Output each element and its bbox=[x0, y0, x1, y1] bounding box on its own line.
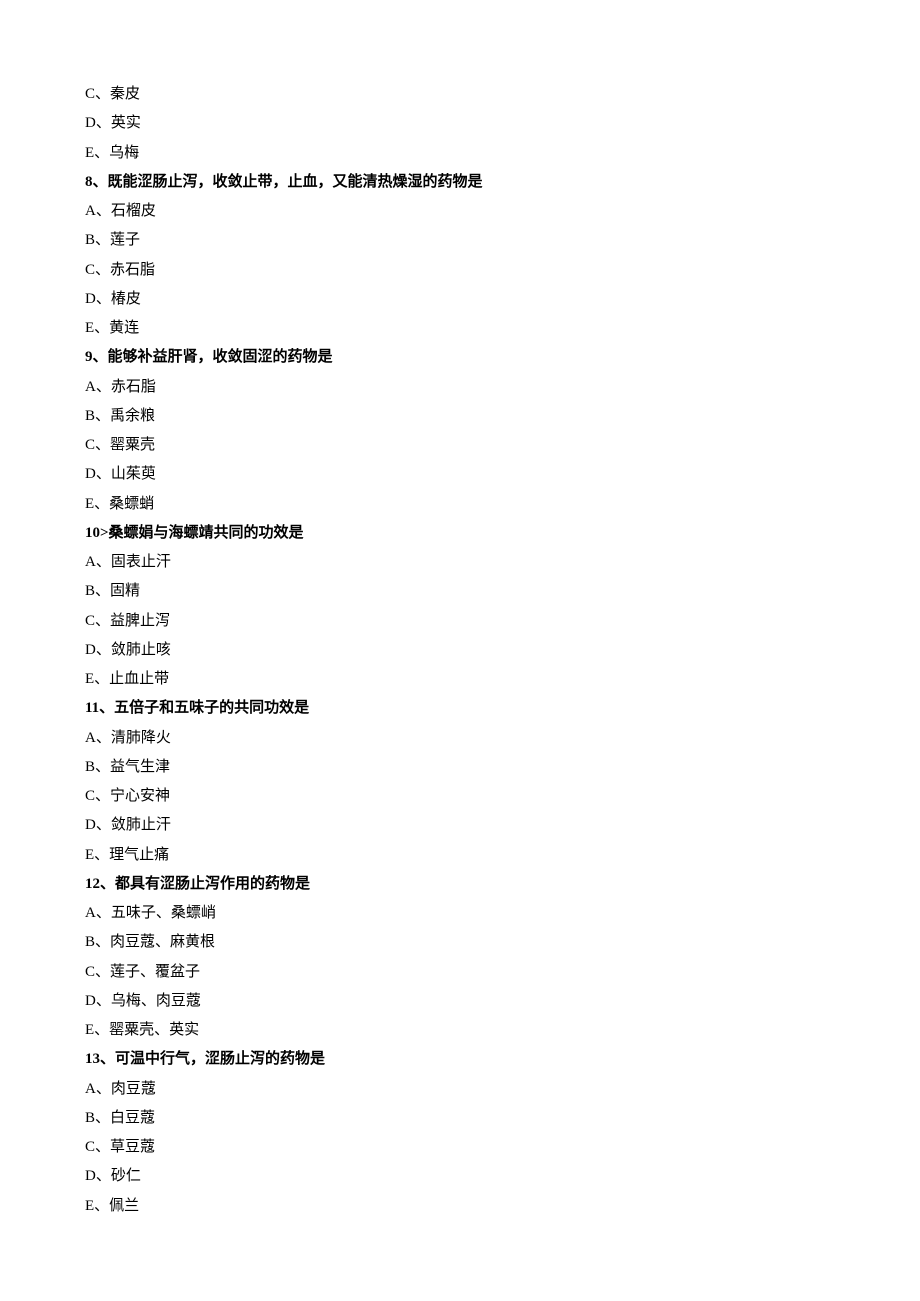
answer-option: E、佩兰 bbox=[85, 1192, 835, 1221]
answer-option: A、五味子、桑螵峭 bbox=[85, 899, 835, 928]
question-stem: 13、可温中行气，涩肠止泻的药物是 bbox=[85, 1045, 835, 1074]
answer-option: D、砂仁 bbox=[85, 1162, 835, 1191]
answer-option: B、固精 bbox=[85, 577, 835, 606]
answer-option: E、止血止带 bbox=[85, 665, 835, 694]
answer-option: A、固表止汗 bbox=[85, 548, 835, 577]
answer-option: A、赤石脂 bbox=[85, 373, 835, 402]
answer-option: C、罂粟壳 bbox=[85, 431, 835, 460]
answer-option: B、益气生津 bbox=[85, 753, 835, 782]
answer-option: C、莲子、覆盆子 bbox=[85, 958, 835, 987]
question-list: C、秦皮D、英实E、乌梅8、既能涩肠止泻，收敛止带，止血，又能清热燥湿的药物是A… bbox=[85, 80, 835, 1221]
answer-option: A、清肺降火 bbox=[85, 724, 835, 753]
question-stem: 12、都具有涩肠止泻作用的药物是 bbox=[85, 870, 835, 899]
answer-option: D、敛肺止汗 bbox=[85, 811, 835, 840]
answer-option: C、益脾止泻 bbox=[85, 607, 835, 636]
answer-option: A、石榴皮 bbox=[85, 197, 835, 226]
answer-option: B、白豆蔻 bbox=[85, 1104, 835, 1133]
question-stem: 8、既能涩肠止泻，收敛止带，止血，又能清热燥湿的药物是 bbox=[85, 168, 835, 197]
document-page: C、秦皮D、英实E、乌梅8、既能涩肠止泻，收敛止带，止血，又能清热燥湿的药物是A… bbox=[0, 0, 920, 1281]
answer-option: C、草豆蔻 bbox=[85, 1133, 835, 1162]
answer-option: E、桑螵蛸 bbox=[85, 490, 835, 519]
answer-option: B、莲子 bbox=[85, 226, 835, 255]
answer-option: A、肉豆蔻 bbox=[85, 1075, 835, 1104]
answer-option: C、赤石脂 bbox=[85, 256, 835, 285]
question-stem: 11、五倍子和五味子的共同功效是 bbox=[85, 694, 835, 723]
answer-option: D、英实 bbox=[85, 109, 835, 138]
question-stem: 9、能够补益肝肾，收敛固涩的药物是 bbox=[85, 343, 835, 372]
answer-option: E、理气止痛 bbox=[85, 841, 835, 870]
answer-option: E、乌梅 bbox=[85, 139, 835, 168]
answer-option: E、罂粟壳、英实 bbox=[85, 1016, 835, 1045]
answer-option: E、黄连 bbox=[85, 314, 835, 343]
answer-option: D、乌梅、肉豆蔻 bbox=[85, 987, 835, 1016]
answer-option: D、椿皮 bbox=[85, 285, 835, 314]
answer-option: B、肉豆蔻、麻黄根 bbox=[85, 928, 835, 957]
answer-option: D、山茱萸 bbox=[85, 460, 835, 489]
answer-option: C、宁心安神 bbox=[85, 782, 835, 811]
question-stem: 10>桑螵娟与海螵靖共同的功效是 bbox=[85, 519, 835, 548]
answer-option: C、秦皮 bbox=[85, 80, 835, 109]
answer-option: D、敛肺止咳 bbox=[85, 636, 835, 665]
answer-option: B、禹余粮 bbox=[85, 402, 835, 431]
